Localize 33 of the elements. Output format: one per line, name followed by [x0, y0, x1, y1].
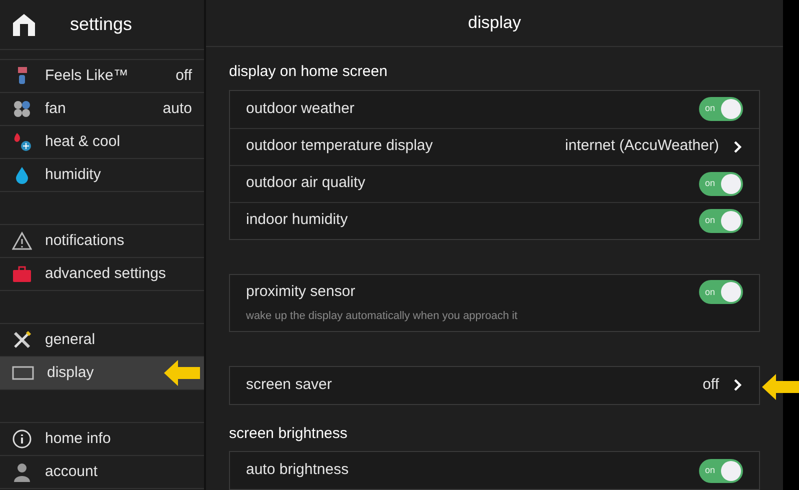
setting-value[interactable]: off — [702, 374, 719, 396]
setting-value[interactable]: internet (AccuWeather) — [565, 135, 719, 158]
setting-description: wake up the display automatically when you approach it — [246, 309, 518, 324]
chevron-right-icon — [733, 378, 743, 392]
chevron-right-icon — [733, 140, 743, 154]
sidebar-item[interactable]: advanced settings — [0, 258, 204, 291]
sidebar-item[interactable]: display — [0, 357, 204, 390]
setting-label: auto brightness — [246, 460, 350, 480]
tools-icon — [12, 330, 32, 350]
fan-icon — [12, 99, 32, 119]
screen-icon — [12, 365, 34, 381]
setting-label: indoor humidity — [246, 210, 349, 230]
page-title: display — [468, 12, 521, 34]
toolbox-icon — [12, 264, 32, 284]
sidebar-item[interactable]: fan auto — [0, 93, 204, 126]
setting-label: screen saver — [246, 374, 333, 395]
info-icon — [12, 429, 32, 449]
arrow-left-icon — [164, 360, 200, 386]
section-heading: screen brightness — [229, 424, 348, 444]
setting-label: proximity sensor — [246, 282, 356, 302]
person-icon — [12, 462, 32, 482]
home-icon[interactable] — [12, 12, 36, 36]
sidebar-item[interactable]: heat & cool — [0, 126, 204, 159]
section-heading: display on home screen — [229, 62, 388, 82]
sidebar-title: settings — [70, 13, 132, 36]
setting-label: outdoor air quality — [246, 173, 366, 194]
warning-icon — [12, 231, 32, 251]
setting-label: outdoor weather — [246, 98, 356, 119]
sidebar-item[interactable]: humidity — [0, 159, 204, 192]
setting-label: outdoor temperature display — [246, 136, 434, 156]
arrow-left-icon — [762, 374, 799, 400]
sidebar-item[interactable]: account — [0, 456, 204, 489]
sidebar-item[interactable]: Feels Like™ off — [0, 60, 204, 93]
